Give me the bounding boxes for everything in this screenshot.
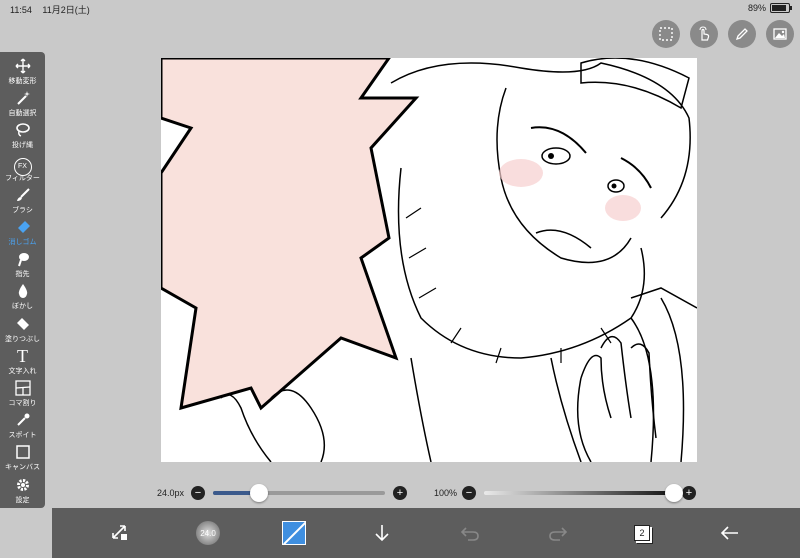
move-icon: [0, 56, 45, 76]
brush-size-slider[interactable]: [213, 484, 385, 502]
tool-label: 文字入れ: [8, 367, 37, 375]
tool-label: 移動変形: [8, 78, 37, 85]
tool-blur-drop[interactable]: ぼかし: [0, 281, 45, 313]
gear-icon: [0, 475, 45, 495]
brush-size-row: 24.0px − +: [157, 484, 407, 502]
opacity-increase-button[interactable]: +: [682, 486, 696, 500]
transform-button[interactable]: [100, 508, 140, 558]
tool-label: フィルター: [5, 174, 40, 182]
battery-icon: [770, 3, 792, 13]
color-button[interactable]: [274, 508, 314, 558]
tool-label: スポイト: [8, 432, 37, 440]
opacity-slider[interactable]: [484, 484, 683, 502]
brush-size-label: 24.0px: [157, 488, 185, 498]
download-button[interactable]: [362, 508, 402, 558]
image-button[interactable]: [766, 20, 794, 48]
brush-size-decrease-button[interactable]: −: [191, 486, 205, 500]
tool-label: 塗りつぶし: [4, 335, 41, 343]
back-button[interactable]: [710, 508, 750, 558]
tool-label: 指先: [15, 271, 30, 279]
eraser-icon: [0, 217, 45, 237]
touch-gesture-icon: [699, 26, 710, 41]
opacity-label: 100%: [434, 488, 458, 498]
tool-canvas[interactable]: キャンバス: [0, 442, 45, 474]
tool-move[interactable]: 移動変形: [0, 56, 45, 88]
canvas-icon: [0, 442, 45, 462]
tool-text[interactable]: T 文字入れ: [0, 346, 45, 378]
tool-label: キャンバス: [5, 464, 40, 472]
brush-size-knob[interactable]: [250, 484, 269, 502]
status-bar: 11:54 11月2日(土) 89%: [0, 0, 800, 16]
fill-bucket-icon: [0, 314, 45, 334]
tool-gear[interactable]: 設定: [0, 475, 45, 507]
tool-eyedropper[interactable]: スポイト: [0, 410, 45, 442]
tool-eraser[interactable]: 消しゴム: [0, 217, 45, 249]
undo-button[interactable]: [450, 508, 490, 558]
tool-label: コマ割り: [8, 400, 37, 407]
tool-label: 設定: [15, 496, 30, 504]
brush-icon: [0, 185, 45, 205]
layers-icon: 2: [634, 525, 650, 541]
tool-label: 自動選択: [8, 110, 37, 118]
tool-label: 消しゴム: [8, 239, 37, 246]
redo-icon: [549, 527, 568, 541]
tool-lasso[interactable]: 投げ縄: [0, 120, 45, 152]
pen-button[interactable]: [728, 20, 756, 48]
brush-preview-button[interactable]: 24.0: [188, 508, 228, 558]
status-date: 11月2日(土): [42, 5, 90, 15]
opacity-knob[interactable]: [665, 484, 683, 502]
brush-size-increase-button[interactable]: +: [393, 486, 407, 500]
artwork: [161, 58, 697, 462]
status-time: 11:54: [10, 5, 32, 15]
blur-drop-icon: [0, 281, 45, 301]
tool-fill-bucket[interactable]: 塗りつぶし: [0, 314, 45, 346]
selection-button[interactable]: [652, 20, 680, 48]
drawing-canvas[interactable]: [161, 58, 697, 462]
layers-button[interactable]: 2: [622, 508, 662, 558]
current-color-swatch: [282, 521, 306, 545]
arrow-left-icon: [720, 526, 738, 540]
transform-icon: [112, 525, 127, 540]
top-tools: [652, 20, 794, 48]
tool-finger[interactable]: 指先: [0, 249, 45, 281]
bottom-bar: 24.0 2: [52, 508, 800, 558]
magic-wand-icon: [0, 88, 45, 108]
tool-frame-divider[interactable]: コマ割り: [0, 378, 45, 410]
pen-icon: [735, 28, 748, 41]
tool-palette: 移動変形自動選択投げ縄 FX フィルターブラシ消しゴム指先ぼかし塗りつぶし T 文字入れ…: [0, 52, 45, 508]
tool-label: ブラシ: [12, 206, 33, 214]
finger-icon: [0, 249, 45, 269]
battery-percent: 89%: [747, 3, 766, 13]
tool-label: 投げ縄: [12, 142, 33, 150]
arrow-down-icon: [375, 525, 389, 542]
text-icon: T: [17, 345, 28, 366]
frame-divider-icon: [0, 378, 45, 398]
image-icon: [773, 28, 787, 40]
lasso-icon: [0, 120, 45, 140]
touch-gesture-button[interactable]: [690, 20, 718, 48]
eyedropper-icon: [0, 410, 45, 430]
brush-preview: 24.0: [196, 521, 220, 545]
fx-icon: FX: [0, 153, 45, 176]
opacity-row: 100% − +: [434, 484, 696, 502]
tool-label: ぼかし: [12, 303, 33, 311]
redo-button[interactable]: [538, 508, 578, 558]
undo-icon: [460, 527, 479, 541]
tool-magic-wand[interactable]: 自動選択: [0, 88, 45, 120]
opacity-decrease-button[interactable]: −: [462, 486, 476, 500]
tool-fx[interactable]: FX フィルター: [0, 153, 45, 185]
selection-icon: [659, 27, 673, 41]
tool-brush[interactable]: ブラシ: [0, 185, 45, 217]
